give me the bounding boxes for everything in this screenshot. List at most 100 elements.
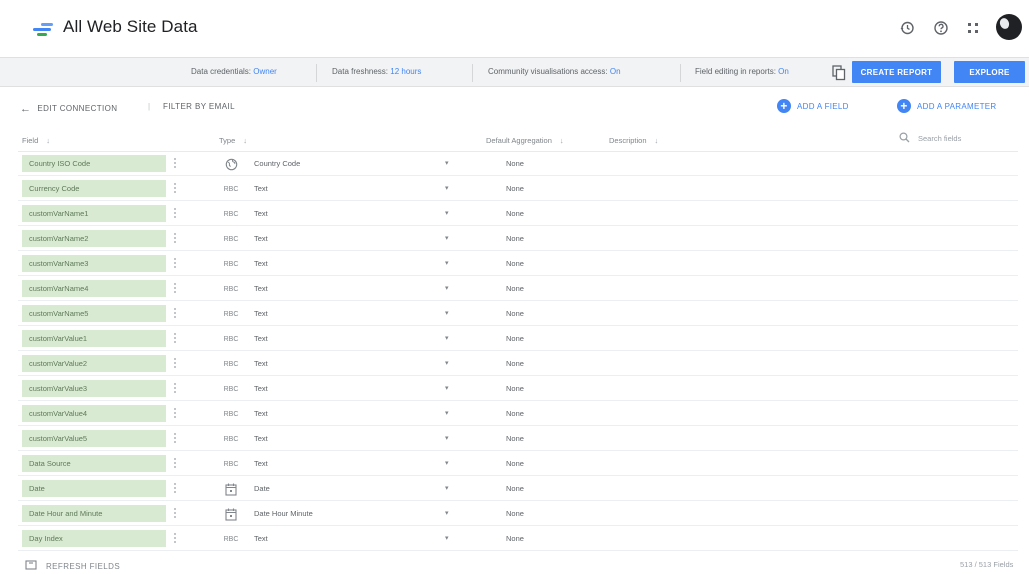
chevron-down-icon[interactable]: ▾ bbox=[445, 309, 449, 317]
avatar[interactable] bbox=[996, 14, 1022, 40]
more-options-icon[interactable] bbox=[174, 258, 177, 270]
chevron-down-icon[interactable]: ▾ bbox=[445, 359, 449, 367]
back-arrow-icon[interactable]: ← bbox=[20, 103, 31, 115]
field-name-chip[interactable]: customVarValue2 bbox=[22, 355, 166, 372]
data-freshness[interactable]: Data freshness: 12 hours bbox=[332, 67, 421, 76]
field-name-chip[interactable]: customVarValue4 bbox=[22, 405, 166, 422]
table-row[interactable]: Day Index RBC Text ▾ None bbox=[18, 527, 1018, 551]
chevron-down-icon[interactable]: ▾ bbox=[445, 284, 449, 292]
type-select[interactable]: Text bbox=[254, 334, 268, 343]
chevron-down-icon[interactable]: ▾ bbox=[445, 334, 449, 342]
data-source-title[interactable]: All Web Site Data bbox=[63, 17, 198, 37]
copy-data-source-icon[interactable] bbox=[832, 65, 846, 81]
more-options-icon[interactable] bbox=[174, 358, 177, 370]
default-aggregation-select[interactable]: None bbox=[506, 459, 524, 468]
community-visualisations-access[interactable]: Community visualisations access: On bbox=[488, 67, 621, 76]
default-aggregation-select[interactable]: None bbox=[506, 334, 524, 343]
more-options-icon[interactable] bbox=[174, 308, 177, 320]
data-freshness-value[interactable]: 12 hours bbox=[390, 67, 421, 76]
table-row[interactable]: customVarValue5 RBC Text ▾ None bbox=[18, 427, 1018, 451]
column-header-default-aggregation[interactable]: Default Aggregation ↓ bbox=[486, 136, 564, 145]
default-aggregation-select[interactable]: None bbox=[506, 409, 524, 418]
more-options-icon[interactable] bbox=[174, 208, 177, 220]
more-options-icon[interactable] bbox=[174, 433, 177, 445]
table-row[interactable]: Data Source RBC Text ▾ None bbox=[18, 452, 1018, 476]
table-row[interactable]: customVarValue3 RBC Text ▾ None bbox=[18, 377, 1018, 401]
apps-icon[interactable] bbox=[961, 16, 985, 40]
default-aggregation-select[interactable]: None bbox=[506, 309, 524, 318]
chevron-down-icon[interactable]: ▾ bbox=[445, 159, 449, 167]
field-name-chip[interactable]: customVarName1 bbox=[22, 205, 166, 222]
column-header-field[interactable]: Field ↓ bbox=[22, 136, 50, 145]
more-options-icon[interactable] bbox=[174, 458, 177, 470]
table-row[interactable]: customVarName4 RBC Text ▾ None bbox=[18, 277, 1018, 301]
column-header-description[interactable]: Description ↓ bbox=[609, 136, 658, 145]
more-options-icon[interactable] bbox=[174, 508, 177, 520]
default-aggregation-select[interactable]: None bbox=[506, 434, 524, 443]
more-options-icon[interactable] bbox=[174, 183, 177, 195]
more-options-icon[interactable] bbox=[174, 533, 177, 545]
more-options-icon[interactable] bbox=[174, 158, 177, 170]
chevron-down-icon[interactable]: ▾ bbox=[445, 534, 449, 542]
table-row[interactable]: customVarValue1 RBC Text ▾ None bbox=[18, 327, 1018, 351]
field-editing-in-reports[interactable]: Field editing in reports: On bbox=[695, 67, 789, 76]
sort-arrow-icon[interactable]: ↓ bbox=[243, 136, 247, 145]
type-select[interactable]: Text bbox=[254, 384, 268, 393]
table-row[interactable]: Currency Code RBC Text ▾ None bbox=[18, 177, 1018, 201]
field-editing-value[interactable]: On bbox=[778, 67, 789, 76]
default-aggregation-select[interactable]: None bbox=[506, 234, 524, 243]
filter-by-email-link[interactable]: FILTER BY EMAIL bbox=[163, 102, 235, 111]
chevron-down-icon[interactable]: ▾ bbox=[445, 434, 449, 442]
default-aggregation-select[interactable]: None bbox=[506, 284, 524, 293]
chevron-down-icon[interactable]: ▾ bbox=[445, 459, 449, 467]
table-row[interactable]: customVarName5 RBC Text ▾ None bbox=[18, 302, 1018, 326]
sort-arrow-icon[interactable]: ↓ bbox=[560, 136, 564, 145]
field-name-chip[interactable]: customVarName2 bbox=[22, 230, 166, 247]
more-options-icon[interactable] bbox=[174, 483, 177, 495]
type-select[interactable]: Text bbox=[254, 534, 268, 543]
field-name-chip[interactable]: customVarName3 bbox=[22, 255, 166, 272]
search-fields[interactable]: Search fields bbox=[899, 132, 961, 145]
chevron-down-icon[interactable]: ▾ bbox=[445, 234, 449, 242]
table-row[interactable]: Date Date ▾ None bbox=[18, 477, 1018, 501]
more-options-icon[interactable] bbox=[174, 383, 177, 395]
data-credentials[interactable]: Data credentials: Owner bbox=[191, 67, 277, 76]
default-aggregation-select[interactable]: None bbox=[506, 209, 524, 218]
chevron-down-icon[interactable]: ▾ bbox=[445, 184, 449, 192]
type-select[interactable]: Country Code bbox=[254, 159, 300, 168]
more-options-icon[interactable] bbox=[174, 233, 177, 245]
create-report-button[interactable]: CREATE REPORT bbox=[852, 61, 941, 83]
field-name-chip[interactable]: customVarName5 bbox=[22, 305, 166, 322]
default-aggregation-select[interactable]: None bbox=[506, 159, 524, 168]
table-row[interactable]: customVarName2 RBC Text ▾ None bbox=[18, 227, 1018, 251]
type-select[interactable]: Text bbox=[254, 359, 268, 368]
chevron-down-icon[interactable]: ▾ bbox=[445, 484, 449, 492]
field-name-chip[interactable]: Currency Code bbox=[22, 180, 166, 197]
type-select[interactable]: Date Hour Minute bbox=[254, 509, 313, 518]
field-name-chip[interactable]: Data Source bbox=[22, 455, 166, 472]
search-icon[interactable] bbox=[899, 132, 910, 145]
field-name-chip[interactable]: Country ISO Code bbox=[22, 155, 166, 172]
chevron-down-icon[interactable]: ▾ bbox=[445, 259, 449, 267]
history-icon[interactable] bbox=[895, 16, 919, 40]
table-row[interactable]: customVarName1 RBC Text ▾ None bbox=[18, 202, 1018, 226]
data-credentials-value[interactable]: Owner bbox=[253, 67, 277, 76]
search-input[interactable]: Search fields bbox=[918, 134, 961, 143]
type-select[interactable]: Text bbox=[254, 284, 268, 293]
default-aggregation-select[interactable]: None bbox=[506, 184, 524, 193]
chevron-down-icon[interactable]: ▾ bbox=[445, 409, 449, 417]
default-aggregation-select[interactable]: None bbox=[506, 534, 524, 543]
edit-connection-link[interactable]: ← EDIT CONNECTION bbox=[20, 102, 117, 115]
default-aggregation-select[interactable]: None bbox=[506, 509, 524, 518]
sort-arrow-icon[interactable]: ↓ bbox=[655, 136, 659, 145]
default-aggregation-select[interactable]: None bbox=[506, 259, 524, 268]
refresh-fields-button[interactable]: REFRESH FIELDS bbox=[25, 560, 120, 572]
column-header-type[interactable]: Type ↓ bbox=[219, 136, 247, 145]
default-aggregation-select[interactable]: None bbox=[506, 484, 524, 493]
table-row[interactable]: customVarValue2 RBC Text ▾ None bbox=[18, 352, 1018, 376]
chevron-down-icon[interactable]: ▾ bbox=[445, 384, 449, 392]
add-parameter-button[interactable]: + ADD A PARAMETER bbox=[897, 99, 996, 113]
field-name-chip[interactable]: customVarValue1 bbox=[22, 330, 166, 347]
table-row[interactable]: Country ISO Code Country Code ▾ None bbox=[18, 152, 1018, 176]
field-name-chip[interactable]: Date bbox=[22, 480, 166, 497]
